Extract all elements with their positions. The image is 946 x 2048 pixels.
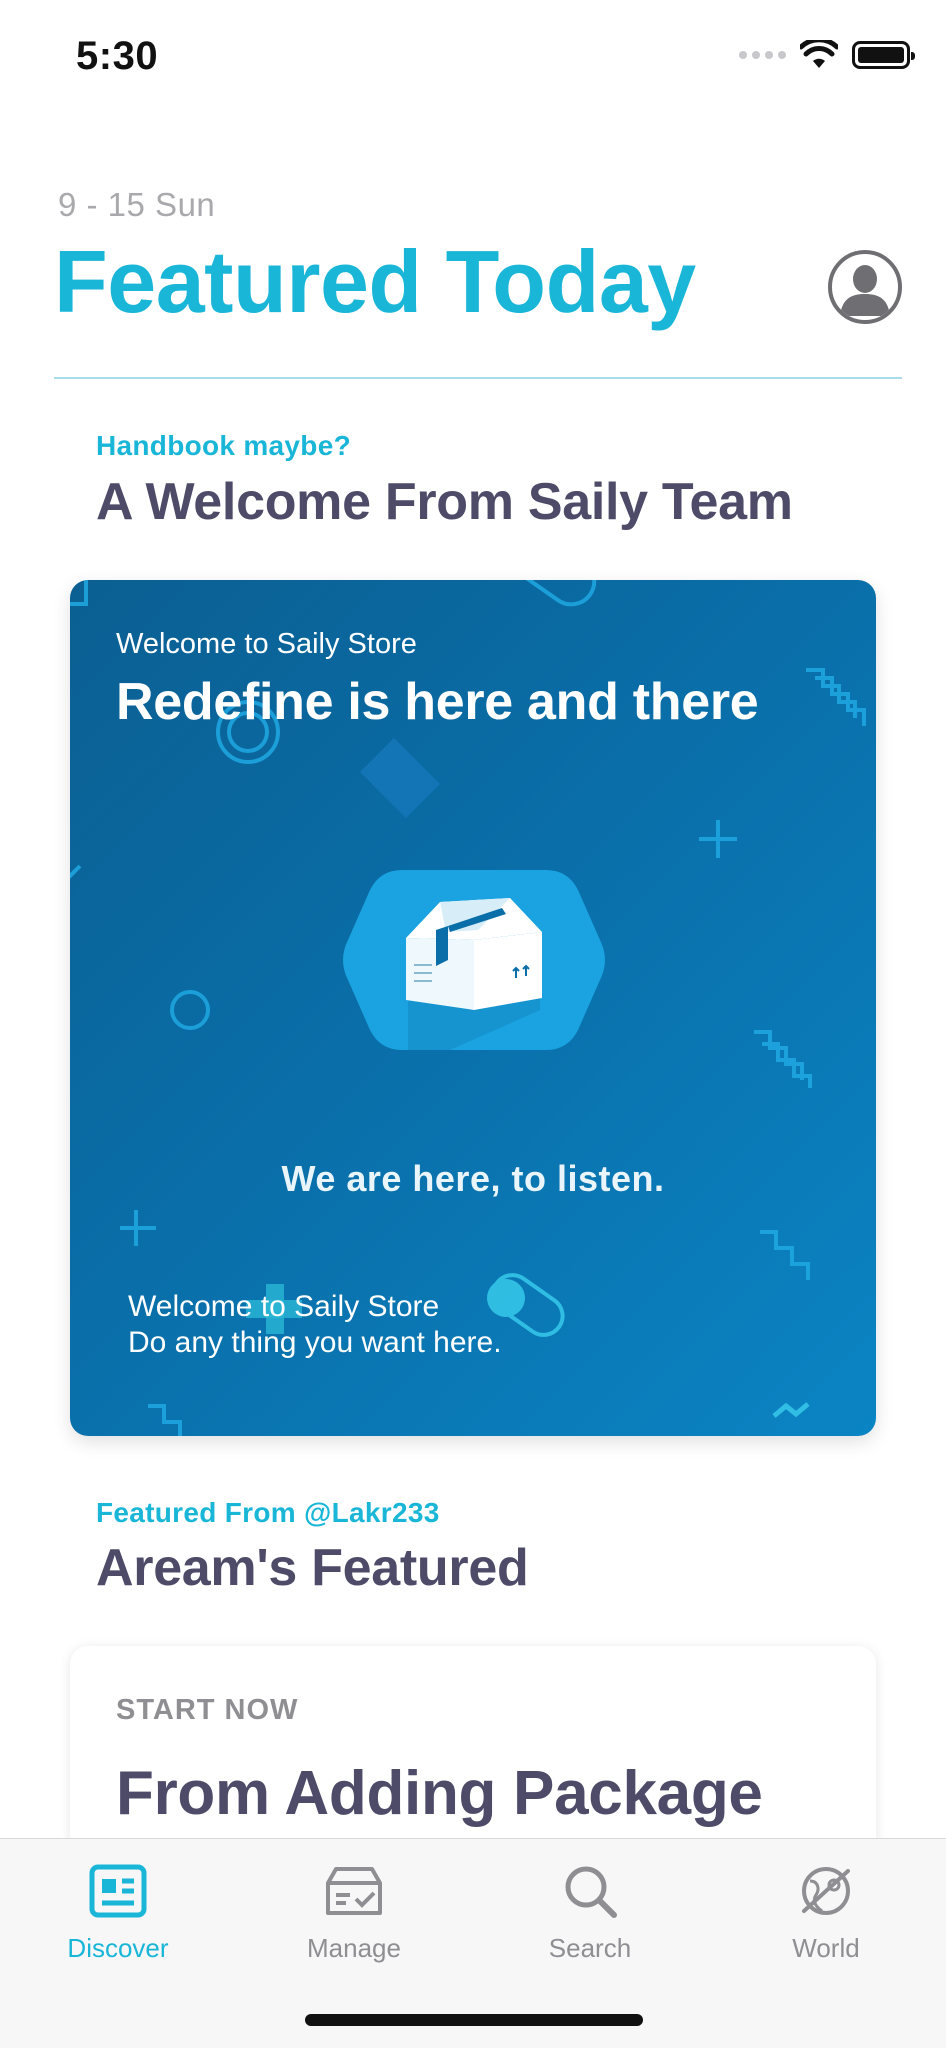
welcome-promo-card[interactable]: Welcome to Saily Store Redefine is here … [70,580,876,1436]
card-footer-line: Welcome to Saily Store [128,1290,440,1323]
header-divider [54,377,902,379]
tab-label: Discover [67,1933,169,1963]
section-title: Aream's Featured [96,1539,529,1597]
card-title: From Adding Package [116,1759,763,1828]
tab-label: Manage [307,1933,401,1963]
tab-manage[interactable]: Manage [254,1859,454,1964]
person-icon [834,256,896,318]
wifi-icon [800,40,838,68]
date-range-label: 9 - 15 Sun [58,186,216,223]
battery-icon [852,41,915,69]
tab-label: World [792,1933,860,1963]
newspaper-icon [89,1864,147,1918]
inbox-check-icon [326,1867,382,1915]
section-title: A Welcome From Saily Team [96,473,793,531]
magnifier-icon [565,1866,617,1918]
card-title: Redefine is here and there [116,673,759,731]
package-box-icon [343,870,605,1050]
status-time: 5:30 [76,34,159,78]
card-footer-line: Do any thing you want here. [128,1326,502,1359]
cellular-signal-icon [739,51,786,59]
section-kicker: Featured From @Lakr233 [96,1497,440,1528]
card-tagline: We are here, to listen. [281,1158,665,1199]
tab-world[interactable]: World [726,1859,926,1964]
tab-search[interactable]: Search [490,1859,690,1964]
tab-label: Search [548,1933,632,1963]
tab-discover[interactable]: Discover [18,1859,218,1964]
card-kicker: START NOW [116,1694,299,1726]
home-indicator [305,2014,643,2026]
status-bar: 5:30 [0,0,946,118]
section-kicker: Handbook maybe? [96,430,351,461]
status-icons [739,40,915,70]
page-title: Featured Today [54,232,696,331]
planet-icon [802,1867,850,1915]
card-subtitle: Welcome to Saily Store [116,628,417,660]
profile-avatar-button[interactable] [828,250,902,324]
